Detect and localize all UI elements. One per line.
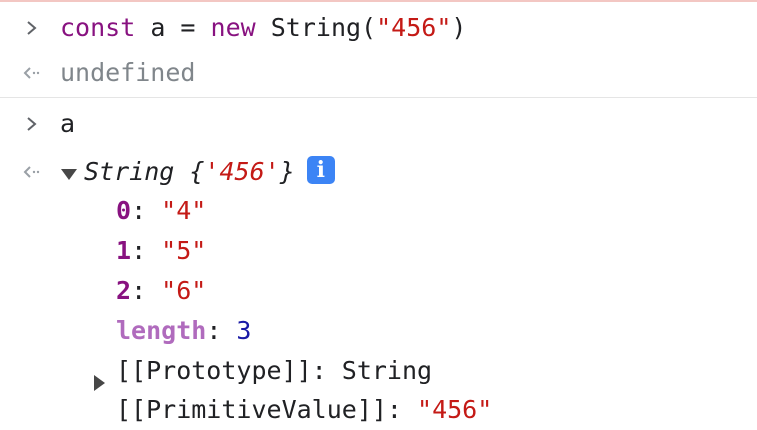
prototype-row[interactable]: [[Prototype]]: String (0, 351, 757, 391)
property-row: 0: "4" (0, 191, 757, 231)
keyword-const: const (60, 13, 136, 42)
prototype-key: [[Prototype]]: (116, 356, 342, 385)
property-separator: : (131, 276, 162, 305)
property-key: 1 (116, 236, 132, 265)
console-input-row-2[interactable]: a (0, 104, 757, 144)
console-result-row-2[interactable]: String {'456'} i (0, 152, 757, 192)
object-type-name: String (84, 157, 175, 186)
top-border (0, 0, 757, 2)
property-value: "4" (161, 196, 207, 225)
property-value: "6" (161, 276, 207, 305)
result-undefined: undefined (60, 58, 196, 87)
console-input-row-1[interactable]: const a = new String("456") (0, 8, 757, 48)
triangle-down-icon[interactable] (60, 153, 78, 193)
property-row: 2: "6" (0, 271, 757, 311)
variable-declaration: a = (135, 13, 211, 42)
property-separator: : (131, 196, 162, 225)
info-icon[interactable]: i (306, 156, 335, 184)
entry-separator (0, 97, 757, 98)
string-argument: "456" (376, 13, 452, 42)
property-row: 1: "5" (0, 231, 757, 271)
preview-close-brace: } (279, 157, 295, 186)
property-value: "5" (161, 236, 207, 265)
primitive-key: [[PrimitiveValue]]: (116, 395, 418, 424)
console-input-code: const a = new String("456") (60, 8, 466, 48)
console-result-row-1: undefined (0, 53, 757, 93)
property-separator: : (131, 236, 162, 265)
length-value: 3 (236, 316, 252, 345)
return-arrow-icon (18, 152, 46, 192)
primitive-value-row: [[PrimitiveValue]]: "456" (0, 390, 757, 430)
object-summary[interactable]: String {'456'} i (60, 152, 335, 192)
constructor-call: String( (255, 13, 377, 42)
console-input-code: a (60, 109, 76, 138)
prototype-value: String (341, 356, 433, 385)
property-key: 2 (116, 276, 132, 305)
length-row: length: 3 (0, 311, 757, 351)
property-key: 0 (116, 196, 132, 225)
chevron-right-icon (18, 104, 46, 144)
return-arrow-icon (18, 53, 46, 93)
chevron-right-icon (18, 8, 46, 48)
primitive-value: "456" (417, 395, 493, 424)
length-separator: : (206, 316, 237, 345)
close-paren: ) (451, 13, 467, 42)
preview-open-brace: { (174, 157, 205, 186)
keyword-new: new (210, 13, 256, 42)
preview-value: '456' (204, 157, 280, 186)
length-key: length (116, 316, 207, 345)
